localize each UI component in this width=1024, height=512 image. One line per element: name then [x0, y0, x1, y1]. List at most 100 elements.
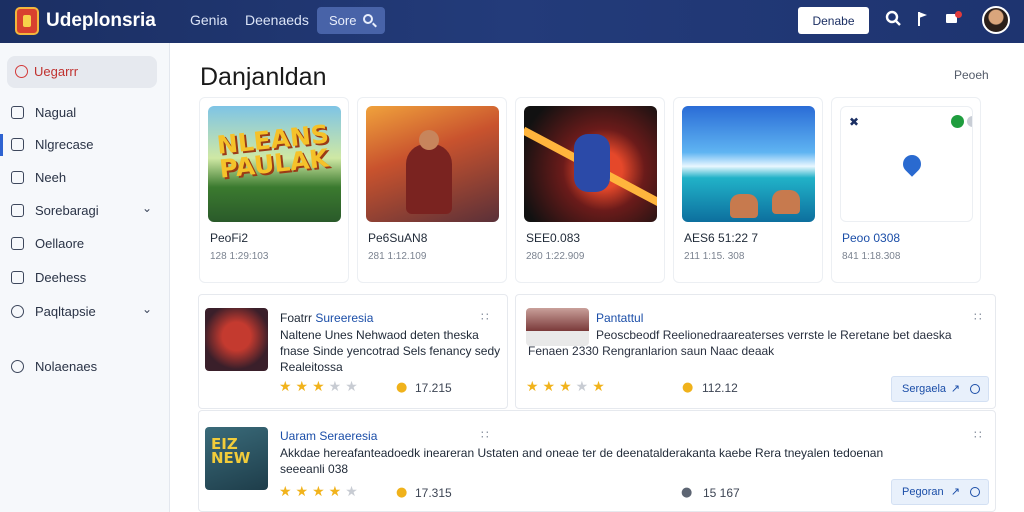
- sidebar-item[interactable]: Paqltapsie ⌄: [0, 296, 170, 328]
- mail-icon: [11, 171, 24, 184]
- bag-icon: [11, 237, 24, 250]
- sidebar-item-label: Nolaenaes: [35, 359, 98, 374]
- status-dot: [951, 115, 964, 128]
- rating-count: 17.315: [415, 486, 452, 500]
- doc-icon: [11, 138, 24, 151]
- sidebar-item[interactable]: Sorebaragi ⌄: [0, 195, 170, 227]
- card-subtitle: 211 1:15. 308: [684, 251, 745, 262]
- gallery-icon: [11, 271, 24, 284]
- sidebar-item-label: Uegarrr: [34, 64, 79, 79]
- list-item[interactable]: Foatrr Sureeresia Naltene Unes Nehwaod d…: [198, 294, 508, 409]
- thumbs-down-icon[interactable]: ●: [681, 485, 692, 500]
- thumbs-up-icon: ●: [682, 380, 694, 395]
- sidebar-item[interactable]: Deehess: [0, 262, 170, 294]
- home-icon: [15, 65, 28, 78]
- card-thumbnail: [524, 106, 657, 222]
- flag-icon[interactable]: [914, 10, 932, 32]
- sidebar-item-label: Oellaore: [35, 236, 85, 251]
- list-description: Akkdae hereafanteadoedk ineareran Ustate…: [280, 446, 884, 476]
- map-pin-icon: [899, 151, 925, 177]
- card-thumbnail: [366, 106, 499, 222]
- list-title: Uaram Seraeresia: [280, 429, 378, 443]
- external-link-icon: ↗: [950, 382, 960, 395]
- sidebar-item-label: Neeh: [35, 170, 67, 185]
- card-name: SEE0.083: [526, 231, 581, 245]
- game-card[interactable]: Pe6SuAN8 281 1:12.109: [357, 97, 507, 283]
- list-title: Foatrr Sureeresia: [280, 311, 374, 325]
- sidebar-item-home[interactable]: Uegarrr: [7, 56, 157, 88]
- search-button[interactable]: Sore: [317, 7, 385, 34]
- list-action-button[interactable]: Pegoran ↗: [891, 479, 989, 505]
- star-rating: ★★★★★: [279, 484, 362, 500]
- sidebar-item[interactable]: Nlgrecase: [0, 129, 170, 161]
- card-thumbnail: [682, 106, 815, 222]
- thumbs-up-icon: ●: [396, 485, 408, 500]
- search-icon[interactable]: [884, 10, 902, 32]
- list-description: Naltene Unes Nehwaod deten theska fnase …: [280, 328, 501, 374]
- more-icon[interactable]: ∷: [974, 310, 983, 324]
- list-item[interactable]: EIZ NEW Uaram Seraeresia Akkdae hereafant…: [198, 410, 996, 512]
- status-dot: [967, 116, 972, 127]
- card-name: Pe6SuAN8: [368, 231, 428, 245]
- sidebar-item-label: Paqltapsie: [35, 304, 96, 319]
- page-action-link[interactable]: Peoeh: [954, 68, 989, 82]
- logo[interactable]: [15, 7, 39, 35]
- list-thumbnail: EIZ NEW: [205, 427, 268, 490]
- search-label: Sore: [329, 13, 357, 28]
- card-subtitle: 128 1:29:103: [210, 251, 269, 262]
- avatar[interactable]: [982, 6, 1010, 34]
- more-icon[interactable]: ∷: [481, 428, 490, 442]
- card-thumbnail: NLEANS PAULAK: [208, 106, 341, 222]
- thumbs-up-icon: ●: [396, 380, 408, 395]
- nav-link[interactable]: Deenaeds: [245, 12, 309, 28]
- game-card[interactable]: ✖ Peoo 0308 841 1:18.308: [831, 97, 981, 283]
- box-icon: [11, 204, 24, 217]
- card-subtitle: 281 1:12.109: [368, 251, 427, 262]
- brand-name[interactable]: Udeplonsria: [46, 10, 156, 32]
- sidebar-item-label: Nlgrecase: [35, 137, 94, 152]
- more-icon[interactable]: ∷: [974, 428, 983, 442]
- sidebar: Uegarrr Nagual Nlgrecase Neeh Sorebaragi…: [0, 43, 170, 512]
- top-bar: Udeplonsria Genia Deenaeds Sore Denabe: [0, 0, 1024, 43]
- list-description: Peoscbeodf Reelionedraareaterses verrste…: [528, 328, 952, 358]
- chat-icon: [11, 360, 24, 373]
- list-title: Pantattul: [596, 311, 644, 325]
- more-icon[interactable]: ∷: [481, 310, 490, 324]
- sidebar-item[interactable]: Nolaenaes: [0, 351, 170, 383]
- sidebar-item-label: Sorebaragi: [35, 203, 99, 218]
- chevron-down-icon: ⌄: [142, 302, 153, 316]
- sidebar-item-label: Nagual: [35, 105, 77, 120]
- card-thumbnail: ✖: [840, 106, 973, 222]
- card-subtitle: 280 1:22.909: [526, 251, 585, 262]
- search-icon: [11, 305, 24, 318]
- card-subtitle: 841 1:18.308: [842, 251, 901, 262]
- star-rating: ★★★★★: [526, 379, 609, 395]
- info-icon: [970, 384, 980, 394]
- list-item[interactable]: Pantattul Peoscbeodf Reelionedraareaters…: [515, 294, 996, 409]
- info-icon: [970, 487, 980, 497]
- card-name: AES6 51:22 7: [684, 231, 759, 245]
- game-card[interactable]: AES6 51:22 7 211 1:15. 308: [673, 97, 823, 283]
- page-title: Danjanldan: [200, 63, 327, 91]
- header-action-button[interactable]: Denabe: [798, 7, 869, 34]
- rating-count: 112.12: [702, 381, 738, 395]
- search-icon: [363, 14, 373, 24]
- card-name: PeoFi2: [210, 231, 249, 245]
- notification-badge: [955, 11, 962, 18]
- list-thumbnail: [205, 308, 268, 371]
- thumbnail-text: NLEANS PAULAK: [215, 119, 331, 184]
- sidebar-item-label: Deehess: [35, 270, 87, 285]
- tool-icon: ✖: [849, 115, 860, 129]
- nav-link[interactable]: Genia: [190, 12, 227, 28]
- game-card[interactable]: SEE0.083 280 1:22.909: [515, 97, 665, 283]
- sidebar-item[interactable]: Nagual: [0, 97, 170, 129]
- sidebar-item[interactable]: Neeh: [0, 162, 170, 194]
- card-name: Peoo 0308: [842, 231, 901, 245]
- sidebar-item[interactable]: Oellaore: [0, 228, 170, 260]
- rating-count: 17.215: [415, 381, 452, 395]
- game-card[interactable]: NLEANS PAULAK PeoFi2 128 1:29:103: [199, 97, 349, 283]
- list-action-button[interactable]: Sergaela ↗: [891, 376, 989, 402]
- external-link-icon: ↗: [950, 485, 960, 498]
- secondary-count: 15 167: [703, 486, 740, 500]
- chevron-down-icon: ⌄: [142, 201, 153, 215]
